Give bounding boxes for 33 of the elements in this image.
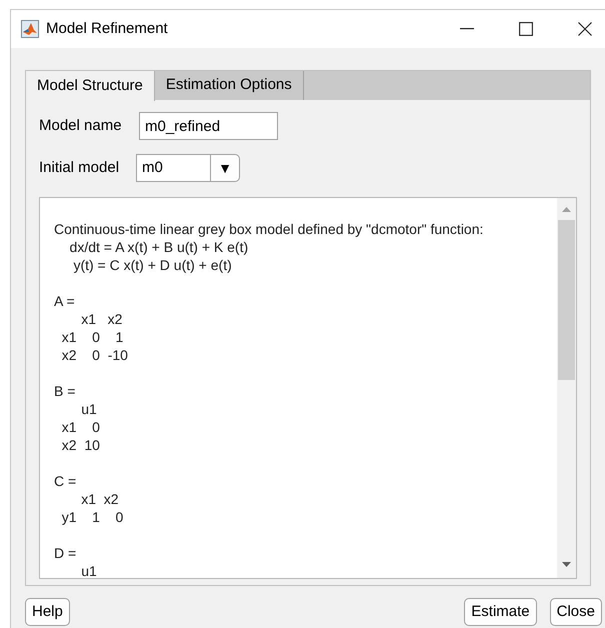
output-line: D =: [54, 544, 78, 562]
output-line: x1 0 1: [60, 328, 124, 346]
output-line: x2 10: [60, 436, 100, 454]
output-line: y1 1 0: [60, 508, 124, 526]
field-label: Initial model: [39, 158, 120, 178]
dialog-button[interactable]: Estimate: [464, 598, 537, 626]
output-line: u1: [80, 562, 97, 578]
close-icon[interactable]: [578, 22, 592, 36]
dialog-button[interactable]: Close: [550, 598, 602, 626]
output-line: x1 x2: [80, 490, 119, 508]
model-dropdown[interactable]: m0 ▼: [136, 154, 240, 182]
scroll-thumb[interactable]: [558, 220, 575, 380]
window-title: Model Refinement: [46, 18, 168, 39]
output-line: B =: [54, 382, 76, 400]
maximize-icon[interactable]: [519, 22, 533, 36]
output-line: A =: [54, 292, 76, 310]
scrollbar[interactable]: [557, 198, 576, 578]
dropdown-value: m0: [141, 158, 164, 178]
output-line: Continuous-time linear grey box model defined by "dcmotor" function:: [54, 220, 484, 238]
minimize-icon[interactable]: [460, 28, 474, 30]
field-label: Model name: [39, 116, 123, 136]
scroll-down-icon[interactable]: [562, 562, 571, 567]
output-line: u1: [80, 400, 97, 418]
dialog-button[interactable]: Help: [25, 598, 70, 626]
tab[interactable]: Model Structure: [26, 71, 155, 101]
output-line: x1 0: [60, 418, 100, 436]
output-line: C =: [54, 472, 78, 490]
app-logo-icon: [21, 20, 39, 38]
output-line: x2 0 -10: [60, 346, 128, 364]
output-line: x1 x2: [80, 310, 122, 328]
output-line: dx/dt = A x(t) + B u(t) + K e(t): [68, 238, 248, 256]
output-line: y(t) = C x(t) + D u(t) + e(t): [72, 256, 232, 274]
model-name-field[interactable]: m0_refined: [139, 112, 278, 140]
